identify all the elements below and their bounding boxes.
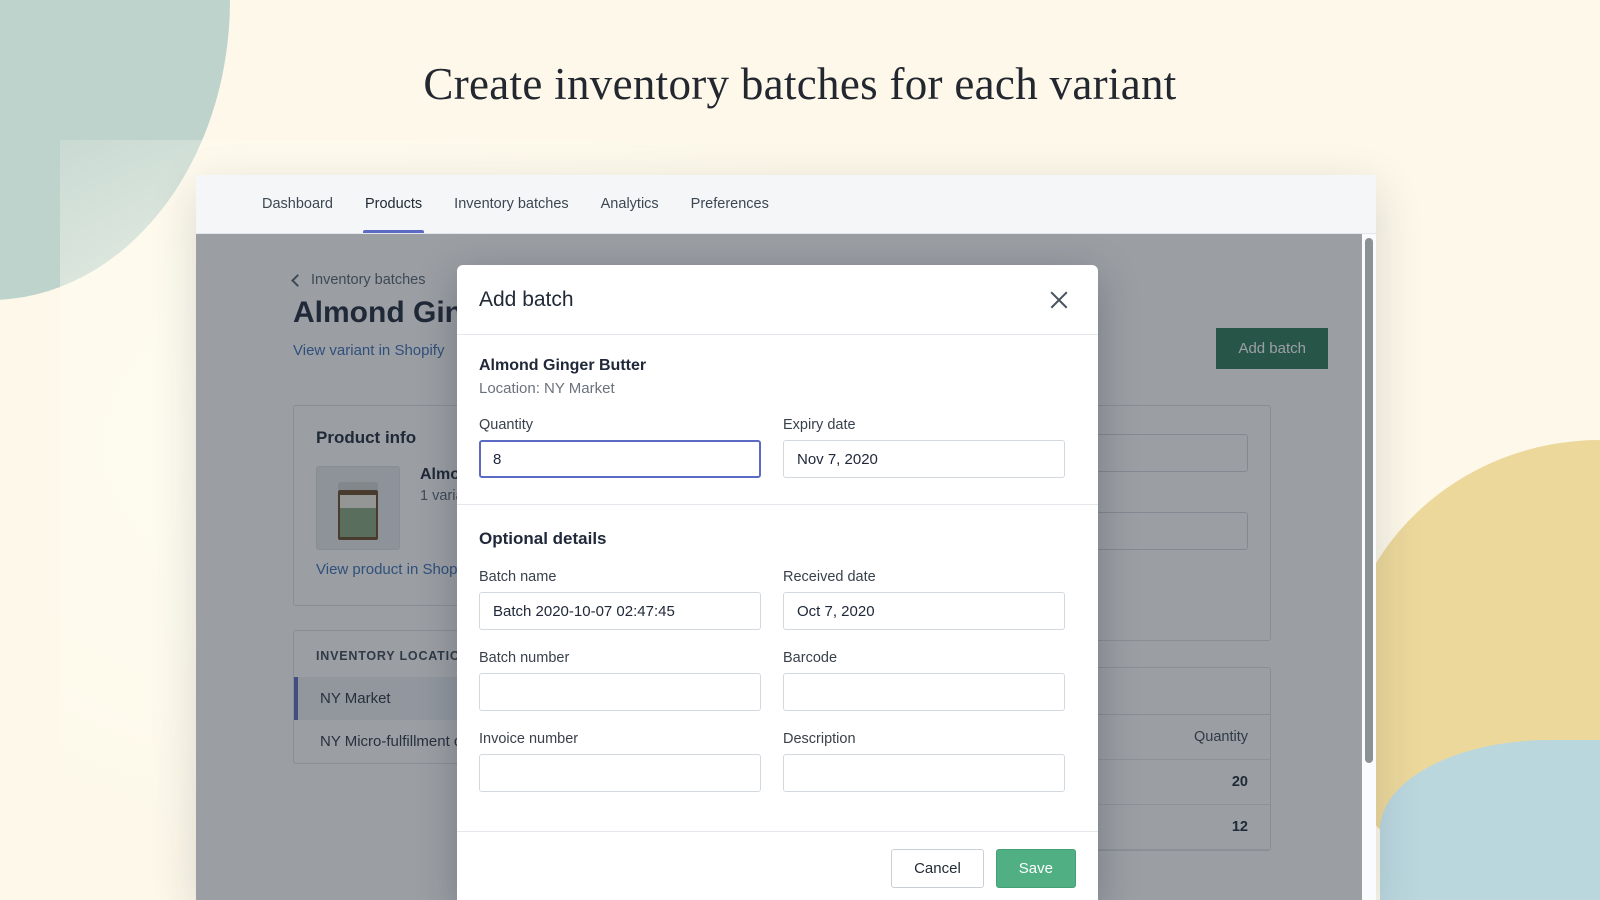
nav-tab-label: Analytics — [601, 196, 659, 212]
received-date-field-group: Received date — [783, 569, 1065, 630]
optional-details-title: Optional details — [479, 529, 1076, 549]
invoice-number-field-group: Invoice number — [479, 731, 761, 792]
received-date-label: Received date — [783, 569, 1065, 585]
page-background: Create inventory batches for each varian… — [0, 0, 1600, 900]
invoice-number-label: Invoice number — [479, 731, 761, 747]
save-button[interactable]: Save — [996, 849, 1076, 888]
barcode-field-group: Barcode — [783, 650, 1065, 711]
modal-title: Add batch — [479, 288, 574, 312]
description-field-group: Description — [783, 731, 1065, 792]
nav-tab-preferences[interactable]: Preferences — [675, 175, 785, 233]
main-navigation: Dashboard Products Inventory batches Ana… — [196, 175, 1376, 234]
nav-tab-dashboard[interactable]: Dashboard — [246, 175, 349, 233]
quantity-label: Quantity — [479, 417, 761, 433]
modal-location-line: Location: NY Market — [479, 380, 1076, 397]
expiry-date-label: Expiry date — [783, 417, 1065, 433]
batch-name-field-group: Batch name — [479, 569, 761, 630]
expiry-date-field-group: Expiry date — [783, 417, 1065, 478]
modal-product-name: Almond Ginger Butter — [479, 357, 1076, 375]
barcode-input[interactable] — [783, 673, 1065, 711]
add-batch-modal: Add batch Almond Ginger Butter Location:… — [457, 265, 1098, 900]
quantity-field-group: Quantity — [479, 417, 761, 478]
expiry-date-input[interactable] — [783, 440, 1065, 478]
page-headline: Create inventory batches for each varian… — [0, 58, 1600, 110]
description-input[interactable] — [783, 754, 1065, 792]
description-label: Description — [783, 731, 1065, 747]
cancel-button[interactable]: Cancel — [891, 849, 984, 888]
nav-tab-label: Dashboard — [262, 196, 333, 212]
batch-name-label: Batch name — [479, 569, 761, 585]
nav-tab-label: Products — [365, 196, 422, 212]
batch-number-label: Batch number — [479, 650, 761, 666]
nav-tab-label: Preferences — [691, 196, 769, 212]
close-icon[interactable] — [1046, 287, 1072, 313]
scrollbar-thumb[interactable] — [1365, 238, 1373, 763]
nav-tab-inventory-batches[interactable]: Inventory batches — [438, 175, 584, 233]
batch-number-input[interactable] — [479, 673, 761, 711]
modal-primary-section: Almond Ginger Butter Location: NY Market… — [457, 335, 1098, 505]
nav-tab-label: Inventory batches — [454, 196, 568, 212]
modal-header: Add batch — [457, 265, 1098, 335]
page-scrollbar[interactable] — [1362, 234, 1376, 900]
nav-tab-products[interactable]: Products — [349, 175, 438, 233]
modal-optional-section: Optional details Batch name Received dat… — [457, 505, 1098, 831]
quantity-input[interactable] — [479, 440, 761, 478]
modal-footer: Cancel Save — [457, 831, 1098, 900]
barcode-label: Barcode — [783, 650, 1065, 666]
invoice-number-input[interactable] — [479, 754, 761, 792]
nav-tab-analytics[interactable]: Analytics — [585, 175, 675, 233]
batch-number-field-group: Batch number — [479, 650, 761, 711]
batch-name-input[interactable] — [479, 592, 761, 630]
received-date-input[interactable] — [783, 592, 1065, 630]
